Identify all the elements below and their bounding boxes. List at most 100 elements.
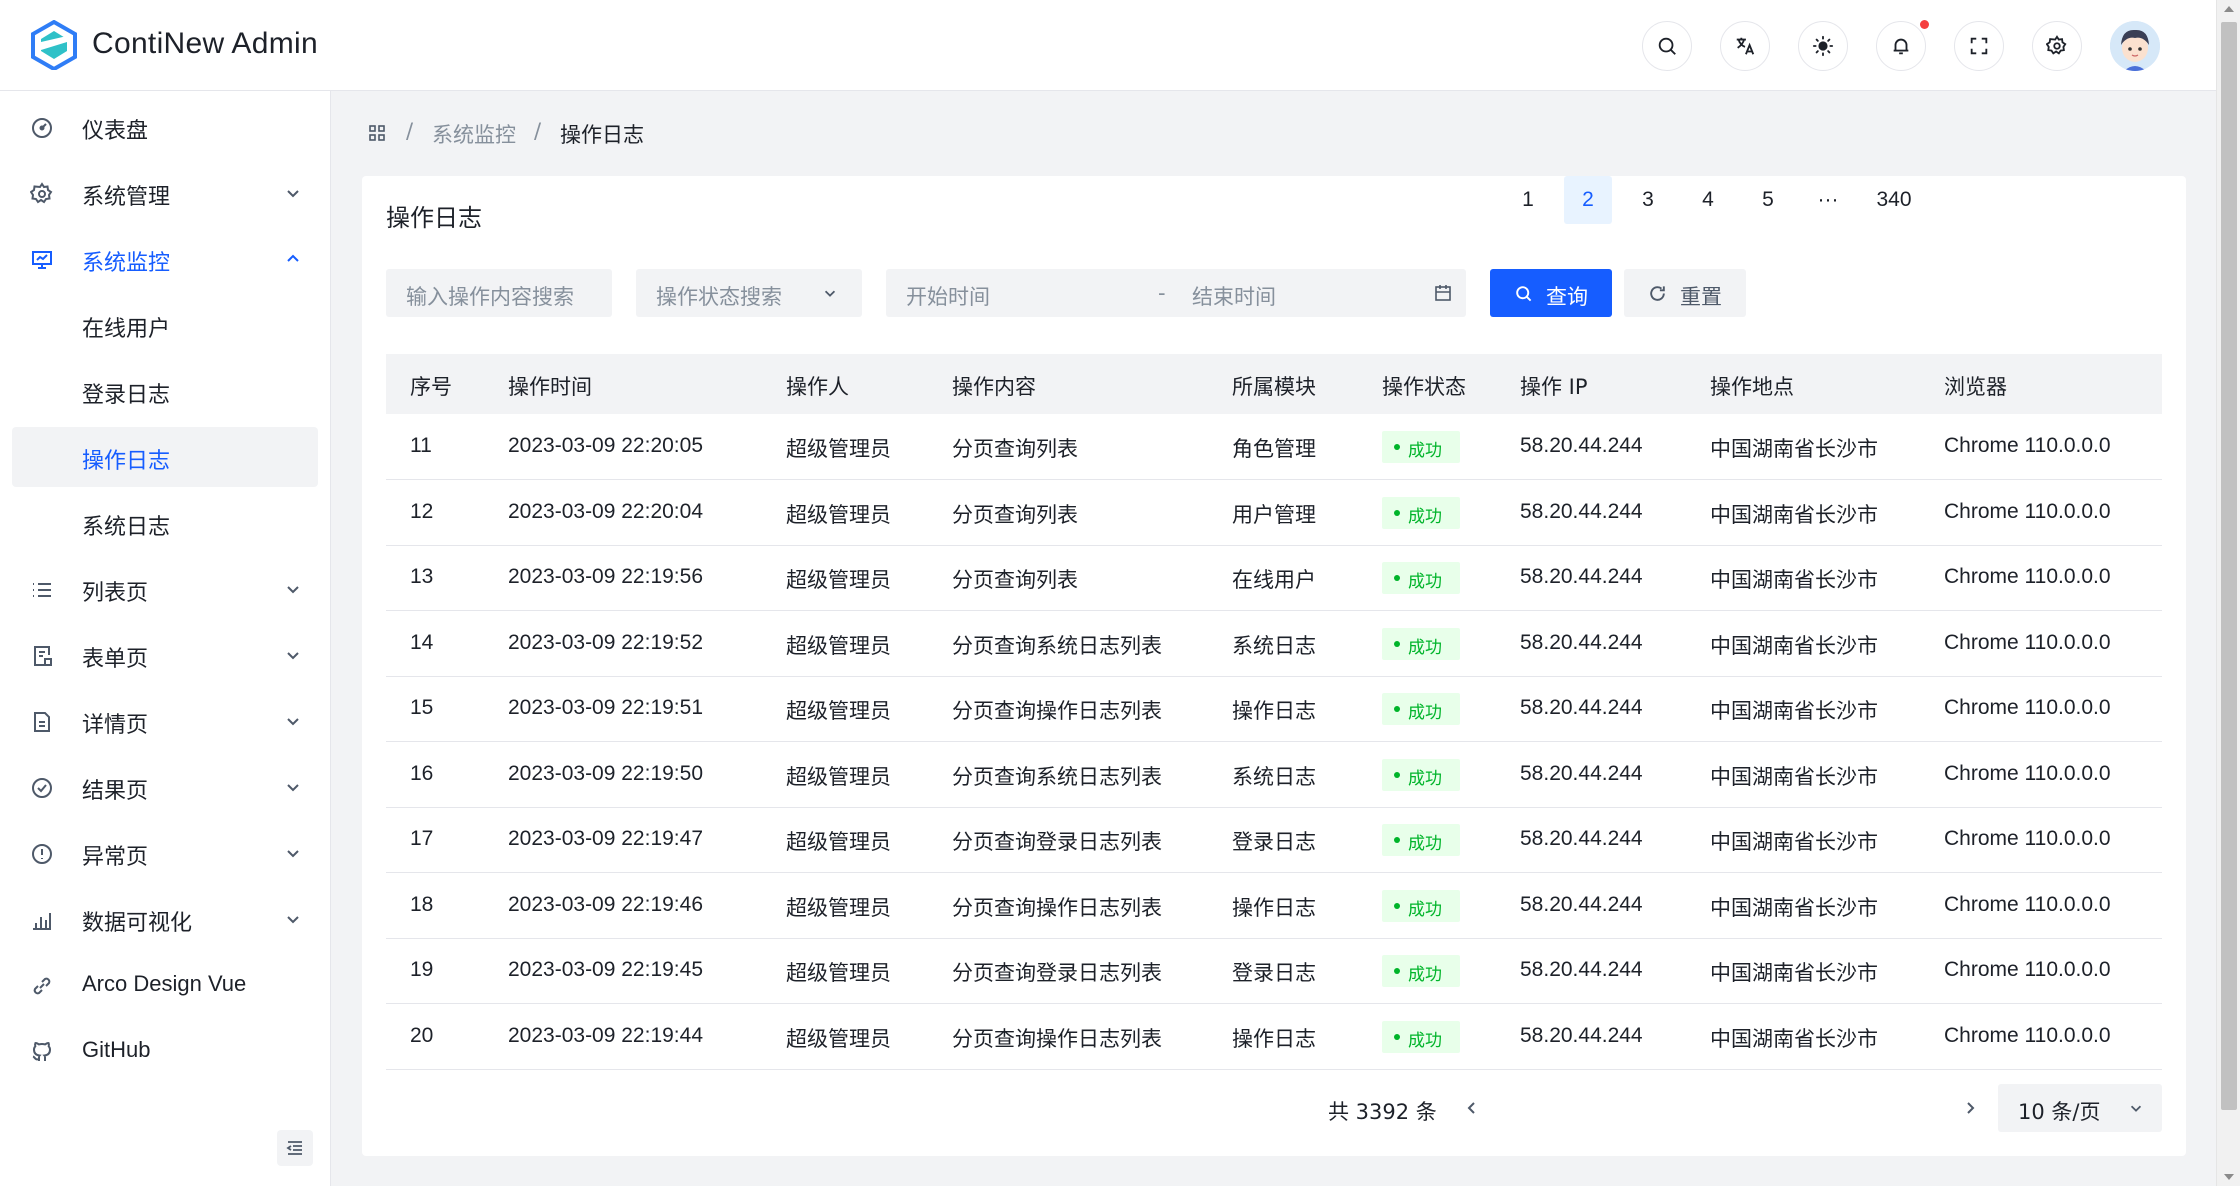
cell-location: 中国湖南省长沙市 xyxy=(1710,502,1878,527)
pagination-page[interactable]: 3 xyxy=(1624,176,1672,224)
sidebar-item-system-management[interactable]: 系统管理 xyxy=(12,163,318,223)
pagination-page[interactable]: 4 xyxy=(1684,176,1732,224)
sidebar-collapse-button[interactable] xyxy=(277,1130,313,1166)
cell-browser: Chrome 110.0.0.0 xyxy=(1944,696,2111,719)
sidebar-item-operation-log[interactable]: 操作日志 xyxy=(12,427,318,487)
query-button-label: 查询 xyxy=(1546,285,1588,309)
settings-button[interactable] xyxy=(2032,21,2082,71)
sidebar-item-system-monitor[interactable]: 系统监控 xyxy=(12,229,318,289)
chevron-right-icon xyxy=(1967,1102,1975,1114)
cell-operator: 超级管理员 xyxy=(786,895,891,920)
cell-index: 19 xyxy=(410,958,434,981)
fullscreen-button[interactable] xyxy=(1954,21,2004,71)
dashboard-icon xyxy=(32,118,52,138)
table-row[interactable]: 13 2023-03-09 22:19:56 超级管理员 分页查询列表 在线用户 成功 58… xyxy=(386,545,2162,611)
date-range-picker[interactable]: 开始时间 - 结束时间 xyxy=(886,269,1466,317)
table-row[interactable]: 17 2023-03-09 22:19:47 超级管理员 分页查询登录日志列表 登录日志… xyxy=(386,807,2162,873)
chevron-down-icon xyxy=(287,190,299,198)
table-row[interactable]: 12 2023-03-09 22:20:04 超级管理员 分页查询列表 用户管理 成功 58… xyxy=(386,480,2162,546)
end-time-input[interactable]: 结束时间 xyxy=(1192,281,1276,311)
table-row[interactable]: 11 2023-03-09 22:20:05 超级管理员 分页查询列表 角色管理 成功 58… xyxy=(386,414,2162,480)
list-icon xyxy=(33,583,51,597)
cell-browser: Chrome 110.0.0.0 xyxy=(1944,630,2111,654)
table-row[interactable]: 16 2023-03-09 22:19:50 超级管理员 分页查询系统日志列表 系统日志… xyxy=(386,742,2162,808)
sidebar-item-dashboard[interactable]: 仪表盘 xyxy=(12,97,318,157)
sidebar-item-data-visualization[interactable]: 数据可视化 xyxy=(12,889,318,949)
status-select[interactable]: 操作状态搜索 xyxy=(636,269,862,317)
status-dot xyxy=(1394,575,1400,581)
pagination-page[interactable]: 1 xyxy=(1504,176,1552,224)
pagination-page-number: 3 xyxy=(1642,188,1654,211)
sidebar-item-list-page[interactable]: 列表页 xyxy=(12,559,318,619)
search-icon xyxy=(1658,37,1676,55)
notification-button[interactable] xyxy=(1876,21,1926,71)
status-text: 成功 xyxy=(1408,965,1442,985)
language-button[interactable] xyxy=(1720,21,1770,71)
sidebar-item-arco-design-vue[interactable]: Arco Design Vue xyxy=(12,955,318,1015)
sidebar-item-system-log[interactable]: 系统日志 xyxy=(12,493,318,553)
table-row[interactable]: 18 2023-03-09 22:19:46 超级管理员 分页查询操作日志列表 操作日志… xyxy=(386,873,2162,939)
github-icon xyxy=(32,1042,52,1061)
column-header: 操作时间 xyxy=(508,375,592,399)
reset-button[interactable]: 重置 xyxy=(1624,269,1746,317)
logo-icon[interactable] xyxy=(30,20,78,70)
breadcrumb-item-system-monitor[interactable]: 系统监控 xyxy=(432,119,516,149)
sidebar-item-result-page[interactable]: 结果页 xyxy=(12,757,318,817)
page-size-select[interactable]: 10 条/页 xyxy=(1998,1084,2162,1132)
sidebar-item-exception-page[interactable]: 异常页 xyxy=(12,823,318,883)
brand-title[interactable]: ContiNew Admin xyxy=(92,27,318,61)
status-badge: 成功 xyxy=(1382,824,1460,856)
scroll-thumb[interactable] xyxy=(2221,22,2237,1110)
status-text: 成功 xyxy=(1408,441,1442,461)
sidebar-item-detail-page[interactable]: 详情页 xyxy=(12,691,318,751)
pagination-page-number: 5 xyxy=(1762,188,1774,211)
apps-icon[interactable] xyxy=(368,124,386,142)
content-search-placeholder: 输入操作内容搜索 xyxy=(406,285,574,309)
cell-operator: 超级管理员 xyxy=(786,699,891,723)
scroll-up-arrow[interactable] xyxy=(2224,6,2234,12)
pagination-page-number: 4 xyxy=(1702,188,1714,211)
calendar-icon xyxy=(1435,285,1451,301)
sidebar-item-label: 列表页 xyxy=(82,581,149,606)
bar-chart-icon xyxy=(33,913,51,930)
sidebar-item-online-users[interactable]: 在线用户 xyxy=(12,295,318,355)
pagination-ellipsis[interactable]: ··· xyxy=(1804,176,1852,224)
table-row[interactable]: 15 2023-03-09 22:19:51 超级管理员 分页查询操作日志列表 操作日志… xyxy=(386,676,2162,742)
user-avatar[interactable] xyxy=(2110,21,2160,71)
cell-time: 2023-03-09 22:19:44 xyxy=(508,1023,703,1047)
start-time-input[interactable]: 开始时间 xyxy=(906,281,990,311)
pagination-page[interactable]: 2 xyxy=(1564,176,1612,224)
cell-module: 系统日志 xyxy=(1232,764,1316,789)
cell-module: 系统日志 xyxy=(1232,633,1316,658)
column-header: 序号 xyxy=(410,375,452,399)
pagination-prev[interactable] xyxy=(1450,1084,1494,1132)
theme-button[interactable] xyxy=(1798,21,1848,71)
status-select-placeholder: 操作状态搜索 xyxy=(656,285,782,309)
table-row[interactable]: 14 2023-03-09 22:19:52 超级管理员 分页查询系统日志列表 系统日志… xyxy=(386,611,2162,677)
cell-content: 分页查询登录日志列表 xyxy=(952,961,1162,985)
pagination-page[interactable]: 5 xyxy=(1744,176,1792,224)
chevron-down-icon xyxy=(287,718,299,726)
cell-operator: 超级管理员 xyxy=(786,502,891,527)
sidebar-item-label: 系统管理 xyxy=(82,185,171,210)
pagination-page[interactable]: 340 xyxy=(1864,176,1924,224)
sidebar-item-github[interactable]: GitHub xyxy=(12,1021,318,1081)
pagination-next[interactable] xyxy=(1958,1084,2002,1132)
sidebar-item-form-page[interactable]: 表单页 xyxy=(12,625,318,685)
cell-browser: Chrome 110.0.0.0 xyxy=(1944,958,2111,981)
content-search-input[interactable]: 输入操作内容搜索 xyxy=(386,269,612,317)
scroll-down-arrow[interactable] xyxy=(2224,1174,2234,1180)
table-row[interactable]: 20 2023-03-09 22:19:44 超级管理员 分页查询操作日志列表 操作日志… xyxy=(386,1004,2162,1070)
cell-time: 2023-03-09 22:19:50 xyxy=(508,761,703,785)
page-scrollbar[interactable] xyxy=(2216,0,2240,1186)
sidebar-item-label: 操作日志 xyxy=(82,449,171,474)
cell-ip: 58.20.44.244 xyxy=(1520,565,1643,588)
search-icon xyxy=(1516,286,1532,302)
query-button[interactable]: 查询 xyxy=(1490,269,1612,317)
search-button[interactable] xyxy=(1642,21,1692,71)
sidebar-item-login-log[interactable]: 登录日志 xyxy=(12,361,318,421)
table-header: 序号 操作时间 操作人 操作内容 所属模块 操作状态 操作 IP 操作地点 浏览… xyxy=(386,354,2162,414)
column-header: 操作 IP xyxy=(1520,375,1588,399)
menu-fold-icon xyxy=(286,1141,302,1155)
table-row[interactable]: 19 2023-03-09 22:19:45 超级管理员 分页查询登录日志列表 登录日志… xyxy=(386,938,2162,1004)
